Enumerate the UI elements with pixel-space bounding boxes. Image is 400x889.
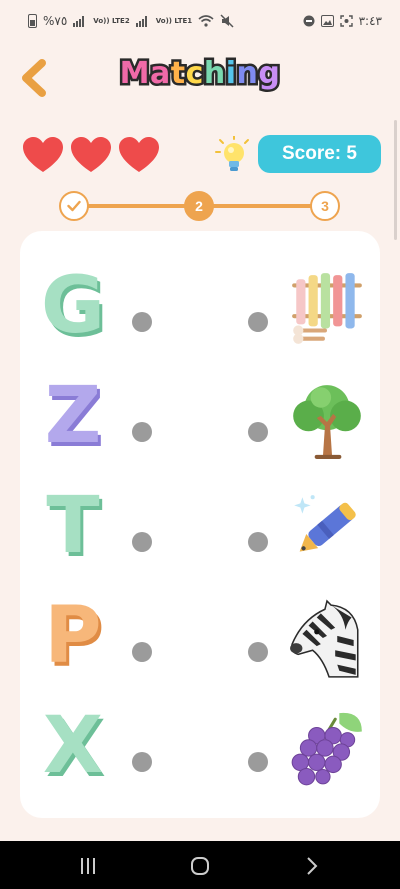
zebra-icon[interactable] [286,599,368,681]
dnd-icon [303,15,315,27]
match-row-1: G [20,261,380,361]
check-icon [67,200,81,212]
wifi-icon [198,15,214,27]
network-2-label: Vo)) LTE2 [93,16,130,25]
left-connector-dot[interactable] [132,312,152,332]
left-connector-dot[interactable] [132,422,152,442]
title-letter: i [223,54,238,94]
letter-tile[interactable]: P [38,591,108,681]
status-left: %٧٥ Vo)) LTE2 Vo)) LTE1 [28,14,234,28]
tree-icon[interactable] [286,379,368,461]
page-title: Matching [0,54,400,94]
grapes-icon[interactable] [286,709,368,791]
match-row-5: X [20,701,380,801]
home-icon[interactable] [188,855,212,877]
title-letter: h [201,54,227,94]
match-row-4: P [20,591,380,691]
score-badge: Score: 5 [258,135,381,173]
title-letter: a [148,54,173,94]
heart-icon [23,137,63,172]
title-letter: g [256,54,282,94]
letter-tile[interactable]: G [38,261,108,351]
left-connector-dot[interactable] [132,752,152,772]
hint-bulb-icon[interactable] [214,136,254,176]
right-connector-dot[interactable] [248,312,268,332]
match-row-2: Z [20,371,380,471]
scrollbar[interactable] [394,120,397,240]
clock: ٣:٤٣ [358,14,382,28]
title-letter: c [183,54,206,94]
battery-text: %٧٥ [43,14,68,28]
gallery-icon [320,15,334,27]
signal-icon-2 [135,16,147,27]
status-right: ٣:٤٣ [303,14,382,28]
title-letter: M [117,54,152,94]
left-connector-dot[interactable] [132,642,152,662]
lives-hearts [22,136,160,174]
match-row-3: T [20,481,380,581]
back-nav-icon[interactable] [300,855,324,877]
status-bar: %٧٥ Vo)) LTE2 Vo)) LTE1 ٣:٤٣ [0,0,400,42]
right-connector-dot[interactable] [248,752,268,772]
pen-icon[interactable] [286,489,368,571]
letter-tile[interactable]: Z [38,371,108,461]
right-connector-dot[interactable] [248,642,268,662]
recent-apps-icon[interactable] [76,855,100,877]
mute-icon [220,14,234,28]
title-letter: t [168,54,187,94]
matching-board: G Z T P X [20,231,380,818]
heart-icon [119,137,159,172]
title-letter: n [234,54,260,94]
network-1-label: Vo)) LTE1 [155,16,193,25]
progress-step-1 [59,191,89,221]
right-connector-dot[interactable] [248,532,268,552]
letter-tile[interactable]: T [38,481,108,571]
progress-step-2: 2 [184,191,214,221]
heart-icon [71,137,111,172]
letter-tile[interactable]: X [38,701,108,791]
signal-icon [73,16,85,27]
left-connector-dot[interactable] [132,532,152,552]
right-connector-dot[interactable] [248,422,268,442]
xylophone-icon[interactable] [286,269,368,351]
progress-step-3: 3 [310,191,340,221]
system-nav-bar [0,841,400,889]
battery-icon [28,14,37,28]
screenshot-icon [339,15,353,27]
